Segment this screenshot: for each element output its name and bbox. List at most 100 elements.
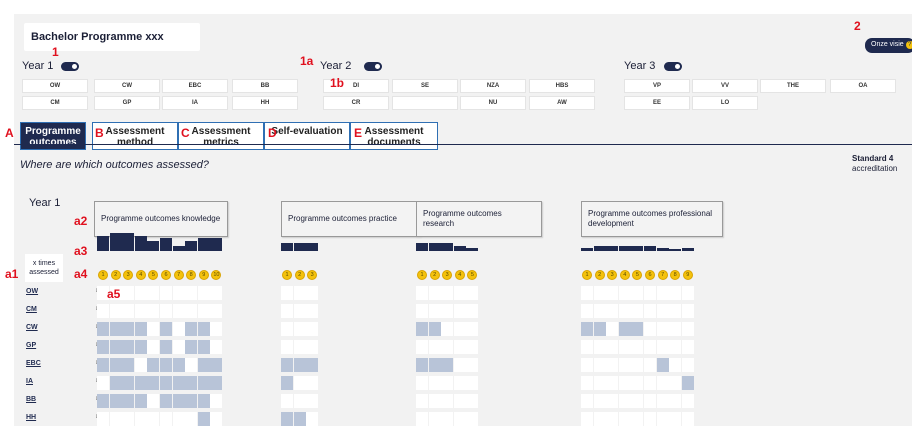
matrix-cell[interactable]	[97, 412, 109, 426]
matrix-cell[interactable]	[593, 376, 606, 390]
outcome-number-badge[interactable]: 2	[594, 270, 605, 280]
matrix-cell[interactable]	[631, 412, 644, 426]
matrix-cell[interactable]	[644, 286, 656, 300]
matrix-cell[interactable]	[97, 322, 109, 336]
matrix-cell[interactable]	[581, 394, 593, 408]
matrix-cell[interactable]	[428, 286, 441, 300]
matrix-cell[interactable]	[306, 286, 319, 300]
matrix-cell[interactable]	[618, 286, 631, 300]
matrix-cell[interactable]	[466, 340, 479, 354]
outcome-number-badge[interactable]: 5	[467, 270, 478, 280]
course-button[interactable]: THE	[760, 79, 826, 93]
matrix-cell[interactable]	[428, 376, 441, 390]
matrix-cell[interactable]	[197, 394, 210, 408]
matrix-cell[interactable]	[581, 340, 593, 354]
matrix-cell[interactable]	[618, 376, 631, 390]
matrix-cell[interactable]	[441, 340, 454, 354]
outcome-number-badge[interactable]: 8	[186, 270, 197, 280]
matrix-cell[interactable]	[134, 394, 147, 408]
course-button[interactable]	[392, 96, 458, 110]
matrix-cell[interactable]	[593, 358, 606, 372]
matrix-cell[interactable]	[97, 376, 109, 390]
matrix-cell[interactable]	[606, 286, 619, 300]
matrix-cell[interactable]	[210, 304, 223, 318]
matrix-cell[interactable]	[172, 322, 185, 336]
matrix-cell[interactable]	[441, 304, 454, 318]
matrix-cell[interactable]	[656, 322, 669, 336]
course-button[interactable]: LO	[692, 96, 758, 110]
outcome-number-badge[interactable]: 4	[619, 270, 630, 280]
matrix-cell[interactable]	[428, 304, 441, 318]
matrix-cell[interactable]	[97, 340, 109, 354]
matrix-cell[interactable]	[453, 322, 466, 336]
matrix-cell[interactable]	[428, 412, 441, 426]
outcome-number-badge[interactable]: 6	[161, 270, 171, 280]
matrix-cell[interactable]	[618, 358, 631, 372]
matrix-cell[interactable]	[134, 322, 147, 336]
matrix-cell[interactable]	[185, 358, 198, 372]
course-button[interactable]: CW	[94, 79, 160, 93]
matrix-cell[interactable]	[109, 322, 122, 336]
matrix-cell[interactable]	[644, 322, 656, 336]
matrix-cell[interactable]	[416, 376, 428, 390]
outcome-number-badge[interactable]: 1	[98, 270, 108, 280]
year-1-toggle[interactable]	[61, 62, 79, 71]
matrix-cell[interactable]	[210, 376, 223, 390]
matrix-cell[interactable]	[172, 340, 185, 354]
matrix-cell[interactable]	[669, 322, 682, 336]
matrix-cell[interactable]	[681, 376, 694, 390]
matrix-cell[interactable]	[631, 304, 644, 318]
matrix-cell[interactable]	[466, 376, 479, 390]
matrix-cell[interactable]	[160, 340, 172, 354]
course-button[interactable]: NZA	[460, 79, 526, 93]
matrix-cell[interactable]	[606, 376, 619, 390]
matrix-cell[interactable]	[185, 412, 198, 426]
matrix-cell[interactable]	[606, 394, 619, 408]
matrix-cell[interactable]	[466, 322, 479, 336]
matrix-cell[interactable]	[581, 322, 593, 336]
matrix-cell[interactable]	[109, 358, 122, 372]
matrix-cell[interactable]	[416, 394, 428, 408]
matrix-cell[interactable]	[172, 286, 185, 300]
matrix-cell[interactable]	[122, 304, 135, 318]
matrix-cell[interactable]	[428, 340, 441, 354]
course-button[interactable]: OW	[22, 79, 88, 93]
outcome-number-badge[interactable]: 4	[454, 270, 465, 280]
matrix-cell[interactable]	[147, 376, 160, 390]
matrix-cell[interactable]	[453, 394, 466, 408]
matrix-cell[interactable]	[453, 358, 466, 372]
outcome-number-badge[interactable]: 3	[123, 270, 134, 280]
outcome-number-badge[interactable]: 2	[294, 270, 305, 280]
year-2-toggle[interactable]	[364, 62, 382, 71]
matrix-cell[interactable]	[293, 376, 306, 390]
outcome-number-badge[interactable]: 9	[198, 270, 209, 280]
matrix-cell[interactable]	[281, 394, 293, 408]
matrix-cell[interactable]	[306, 412, 319, 426]
matrix-cell[interactable]	[134, 358, 147, 372]
course-button[interactable]: CM	[22, 96, 88, 110]
matrix-cell[interactable]	[453, 286, 466, 300]
matrix-cell[interactable]	[669, 304, 682, 318]
course-button[interactable]: HH	[232, 96, 298, 110]
matrix-cell[interactable]	[606, 340, 619, 354]
matrix-cell[interactable]	[618, 340, 631, 354]
matrix-cell[interactable]	[428, 394, 441, 408]
matrix-cell[interactable]	[581, 286, 593, 300]
matrix-cell[interactable]	[160, 322, 172, 336]
matrix-cell[interactable]	[160, 358, 172, 372]
matrix-cell[interactable]	[441, 322, 454, 336]
matrix-cell[interactable]	[581, 304, 593, 318]
matrix-cell[interactable]	[197, 412, 210, 426]
matrix-cell[interactable]	[122, 376, 135, 390]
matrix-cell[interactable]	[416, 286, 428, 300]
course-button[interactable]: IA	[162, 96, 228, 110]
tab-assessment-documents[interactable]: Assessment documents	[350, 122, 438, 150]
matrix-cell[interactable]	[147, 340, 160, 354]
matrix-cell[interactable]	[606, 322, 619, 336]
matrix-cell[interactable]	[147, 358, 160, 372]
matrix-cell[interactable]	[681, 286, 694, 300]
matrix-cell[interactable]	[466, 286, 479, 300]
outcome-number-badge[interactable]: 7	[173, 270, 184, 280]
matrix-cell[interactable]	[210, 322, 223, 336]
matrix-cell[interactable]	[97, 394, 109, 408]
